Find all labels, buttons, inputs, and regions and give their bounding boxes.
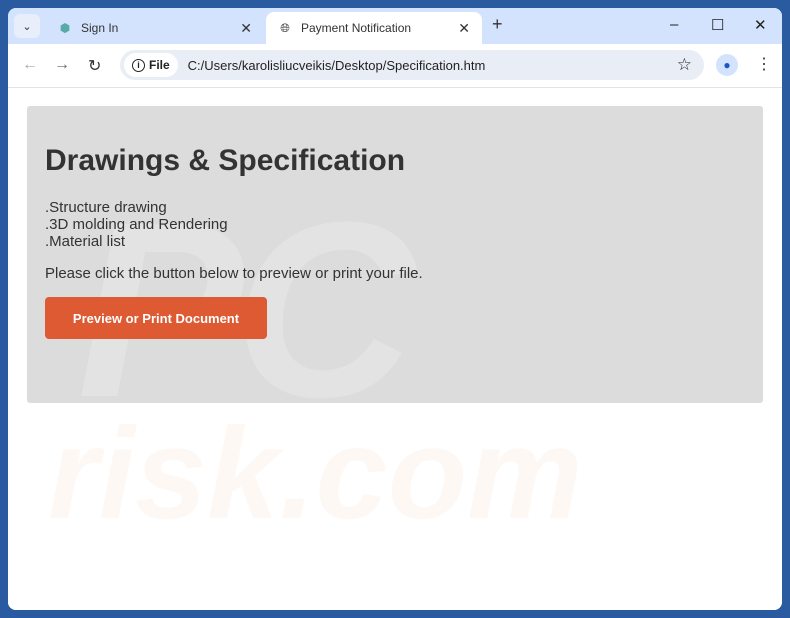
reload-button[interactable]: ↻: [88, 56, 101, 76]
back-button[interactable]: ←: [22, 56, 38, 74]
list-item: .3D molding and Rendering: [45, 216, 228, 233]
page-content: PC Drawings & Specification .Structure d…: [8, 88, 782, 610]
list-item: .Material list: [45, 233, 126, 250]
menu-kebab-icon[interactable]: ⋮: [756, 54, 772, 74]
cube-icon: ⬢: [59, 21, 71, 35]
tab-label: Payment Notification: [301, 21, 412, 35]
watermark-text: risk.com: [48, 400, 583, 546]
close-tab-icon[interactable]: ✕: [240, 20, 252, 37]
globe-icon: 🌐︎: [280, 20, 290, 35]
close-tab-icon[interactable]: ✕: [458, 20, 470, 37]
forward-button[interactable]: →: [54, 56, 70, 74]
new-tab-button[interactable]: +: [492, 14, 503, 35]
info-icon: i: [132, 58, 145, 72]
tab-bar: ⌄ ⬢ Sign In ✕ 🌐︎ Payment Notification ✕ …: [8, 8, 782, 44]
bookmark-star-icon[interactable]: ☆: [677, 55, 692, 75]
tab-payment-notification[interactable]: 🌐︎ Payment Notification ✕: [266, 12, 482, 44]
maximize-button[interactable]: ☐: [711, 16, 724, 34]
tab-search-button[interactable]: ⌄: [14, 14, 40, 38]
site-info-button[interactable]: i File: [124, 53, 178, 77]
address-bar[interactable]: i File C:/Users/karolisliucveikis/Desktop…: [120, 50, 704, 80]
minimize-button[interactable]: –: [670, 16, 678, 33]
list-item: .Structure drawing: [45, 199, 167, 216]
profile-avatar[interactable]: ●: [716, 54, 738, 76]
toolbar: ← → ↻ i File C:/Users/karolisliucveikis/D…: [8, 44, 782, 88]
tab-label: Sign In: [81, 21, 119, 35]
preview-print-button[interactable]: Preview or Print Document: [45, 297, 267, 339]
close-window-button[interactable]: ✕: [754, 16, 767, 34]
instruction-text: Please click the button below to preview…: [45, 265, 423, 282]
content-card: PC Drawings & Specification .Structure d…: [27, 106, 763, 449]
item-list: .Structure drawing .3D molding and Rende…: [45, 199, 228, 250]
page-title: Drawings & Specification: [45, 144, 406, 177]
browser-window: ⌄ ⬢ Sign In ✕ 🌐︎ Payment Notification ✕ …: [8, 8, 782, 610]
url-text[interactable]: C:/Users/karolisliucveikis/Desktop/Speci…: [188, 58, 486, 73]
tab-sign-in[interactable]: ⬢ Sign In ✕: [46, 12, 264, 44]
